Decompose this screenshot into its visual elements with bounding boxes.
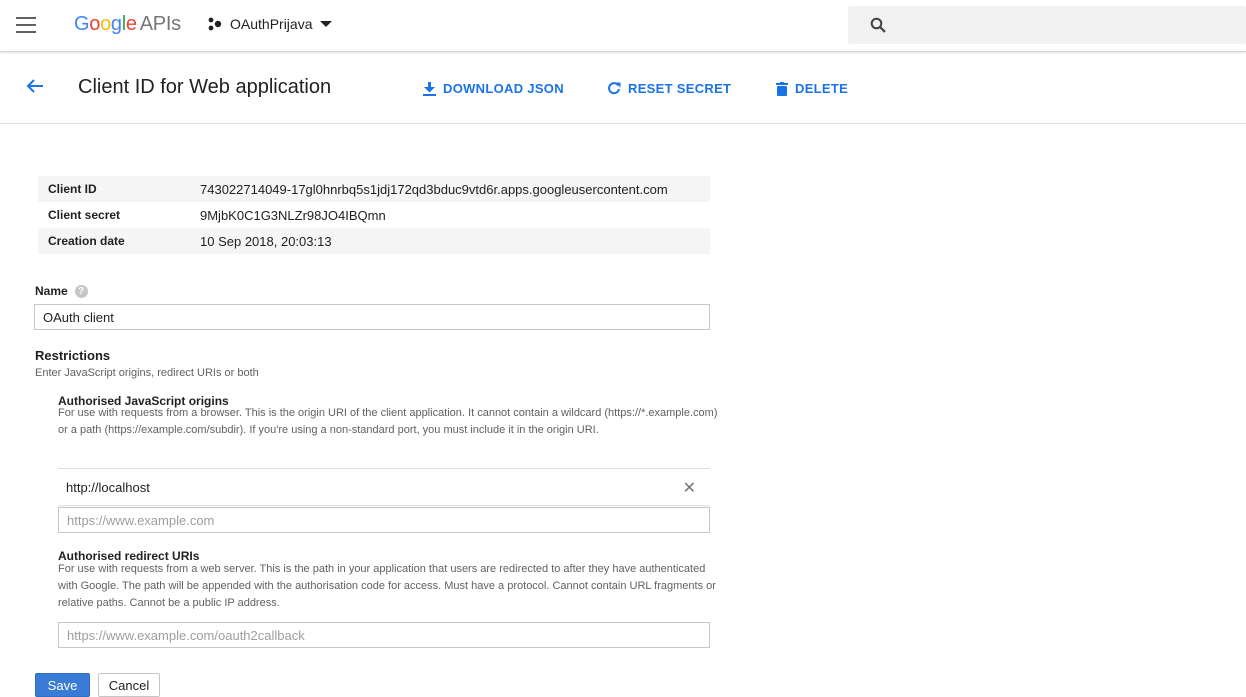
client-id-label: Client ID [38,176,200,202]
download-icon [423,81,436,96]
creation-date-label: Creation date [38,228,200,254]
cancel-button[interactable]: Cancel [98,673,160,697]
table-row: Client ID 743022714049-17gl0hnrbq5s1jdj1… [38,176,710,202]
back-arrow-icon[interactable] [26,77,44,100]
menu-icon[interactable] [16,17,36,33]
js-origins-description: For use with requests from a browser. Th… [58,407,718,436]
delete-button[interactable]: DELETE [776,81,848,96]
table-row: Client secret 9MjbK0C1G3NLZr98JO4IBQmn [38,202,710,228]
trash-icon [776,81,788,96]
chevron-down-icon [320,21,333,27]
reset-secret-button[interactable]: RESET SECRET [607,81,731,96]
refresh-icon [608,81,621,94]
table-row: Creation date 10 Sep 2018, 20:03:13 [38,228,710,254]
restrictions-subtitle: Enter JavaScript origins, redirect URIs … [35,367,259,379]
origin-entry: http://localhost ✕ [58,468,710,506]
creation-date-value: 10 Sep 2018, 20:03:13 [200,228,710,254]
redirect-uri-input[interactable]: https://www.example.com/oauth2callback [58,622,710,648]
origin-input[interactable]: https://www.example.com [58,507,710,533]
save-button[interactable]: Save [35,673,90,697]
client-secret-label: Client secret [48,208,121,222]
top-app-bar: Google APIs OAuthPrijava [0,0,1246,52]
close-icon[interactable]: ✕ [683,478,696,498]
redirect-uris-description: For use with requests from a web server.… [58,563,716,609]
reset-secret-label: RESET SECRET [628,81,732,96]
restrictions-heading: Restrictions [35,348,111,363]
search-icon [870,17,886,33]
search-bar[interactable] [848,6,1246,44]
name-input[interactable]: OAuth client [34,304,710,330]
project-selector[interactable]: OAuthPrijava [208,16,333,32]
project-name: OAuthPrijava [230,16,313,32]
download-json-label: DOWNLOAD JSON [443,81,564,96]
client-details-table: Client ID 743022714049-17gl0hnrbq5s1jdj1… [38,176,710,254]
download-json-button[interactable]: DOWNLOAD JSON [423,81,564,96]
google-apis-logo[interactable]: Google APIs [74,13,181,36]
page-header: Client ID for Web application DOWNLOAD J… [0,57,1246,124]
name-label: Name ? [35,284,88,298]
client-secret-value: 9MjbK0C1G3NLZr98JO4IBQmn [200,207,386,223]
page-title: Client ID for Web application [78,76,332,98]
project-dots-icon [208,17,222,31]
origin-value: http://localhost [66,479,150,495]
delete-label: DELETE [795,81,849,96]
name-label-text: Name [35,284,68,298]
help-icon[interactable]: ? [74,284,88,298]
client-id-value: 743022714049-17gl0hnrbq5s1jdj172qd3bduc9… [200,176,710,202]
